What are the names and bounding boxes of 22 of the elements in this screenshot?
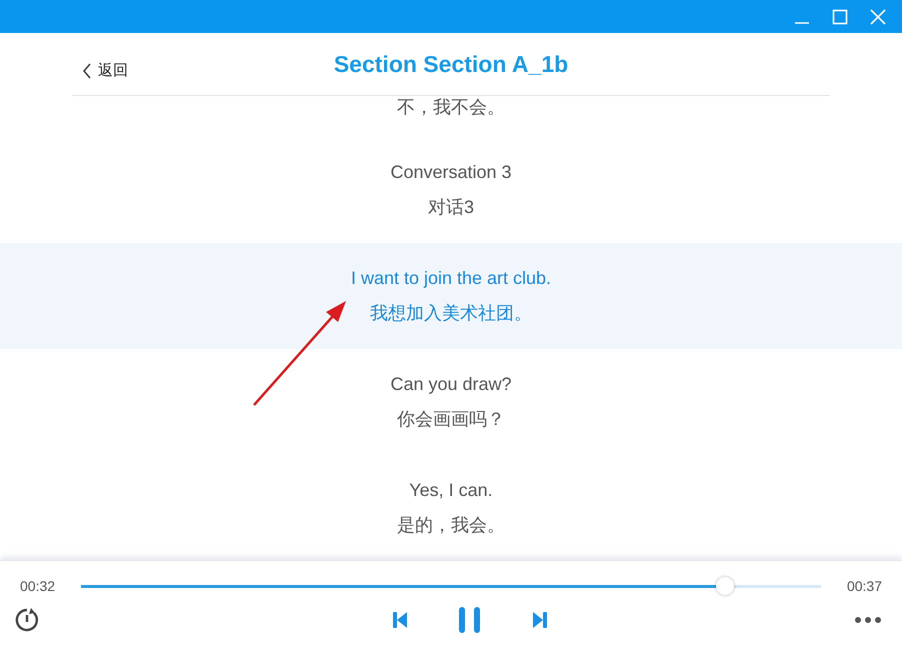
timer-icon[interactable] — [14, 607, 40, 633]
lyric-english: Can you draw? — [390, 373, 512, 396]
lyric-chinese: 你会画画吗？ — [397, 408, 505, 431]
lyric-english: Conversation 3 — [390, 161, 512, 184]
lyric-english: I want to join the art club. — [350, 267, 552, 290]
lyric-chinese: 不，我不会。 — [397, 96, 505, 119]
close-icon[interactable] — [870, 8, 886, 24]
back-link[interactable]: 返回 — [82, 61, 128, 80]
section-title: Section Section A_1b — [334, 50, 568, 78]
previous-icon[interactable] — [392, 611, 408, 629]
more-icon[interactable] — [854, 616, 882, 624]
pause-icon[interactable] — [458, 607, 482, 633]
maximize-icon[interactable] — [832, 8, 848, 24]
lyric-chinese: 对话3 — [428, 196, 474, 219]
total-time: 00:37 — [846, 578, 882, 594]
slider-thumb[interactable] — [716, 577, 734, 595]
next-icon[interactable] — [532, 611, 548, 629]
elapsed-time: 00:32 — [20, 578, 56, 594]
lyric-chinese: 是的，我会。 — [397, 514, 505, 537]
lyric-chinese: 我想加入美术社团。 — [370, 302, 532, 325]
chevron-left-icon — [82, 62, 92, 78]
lyric-english: Yes, I can. — [409, 479, 493, 502]
